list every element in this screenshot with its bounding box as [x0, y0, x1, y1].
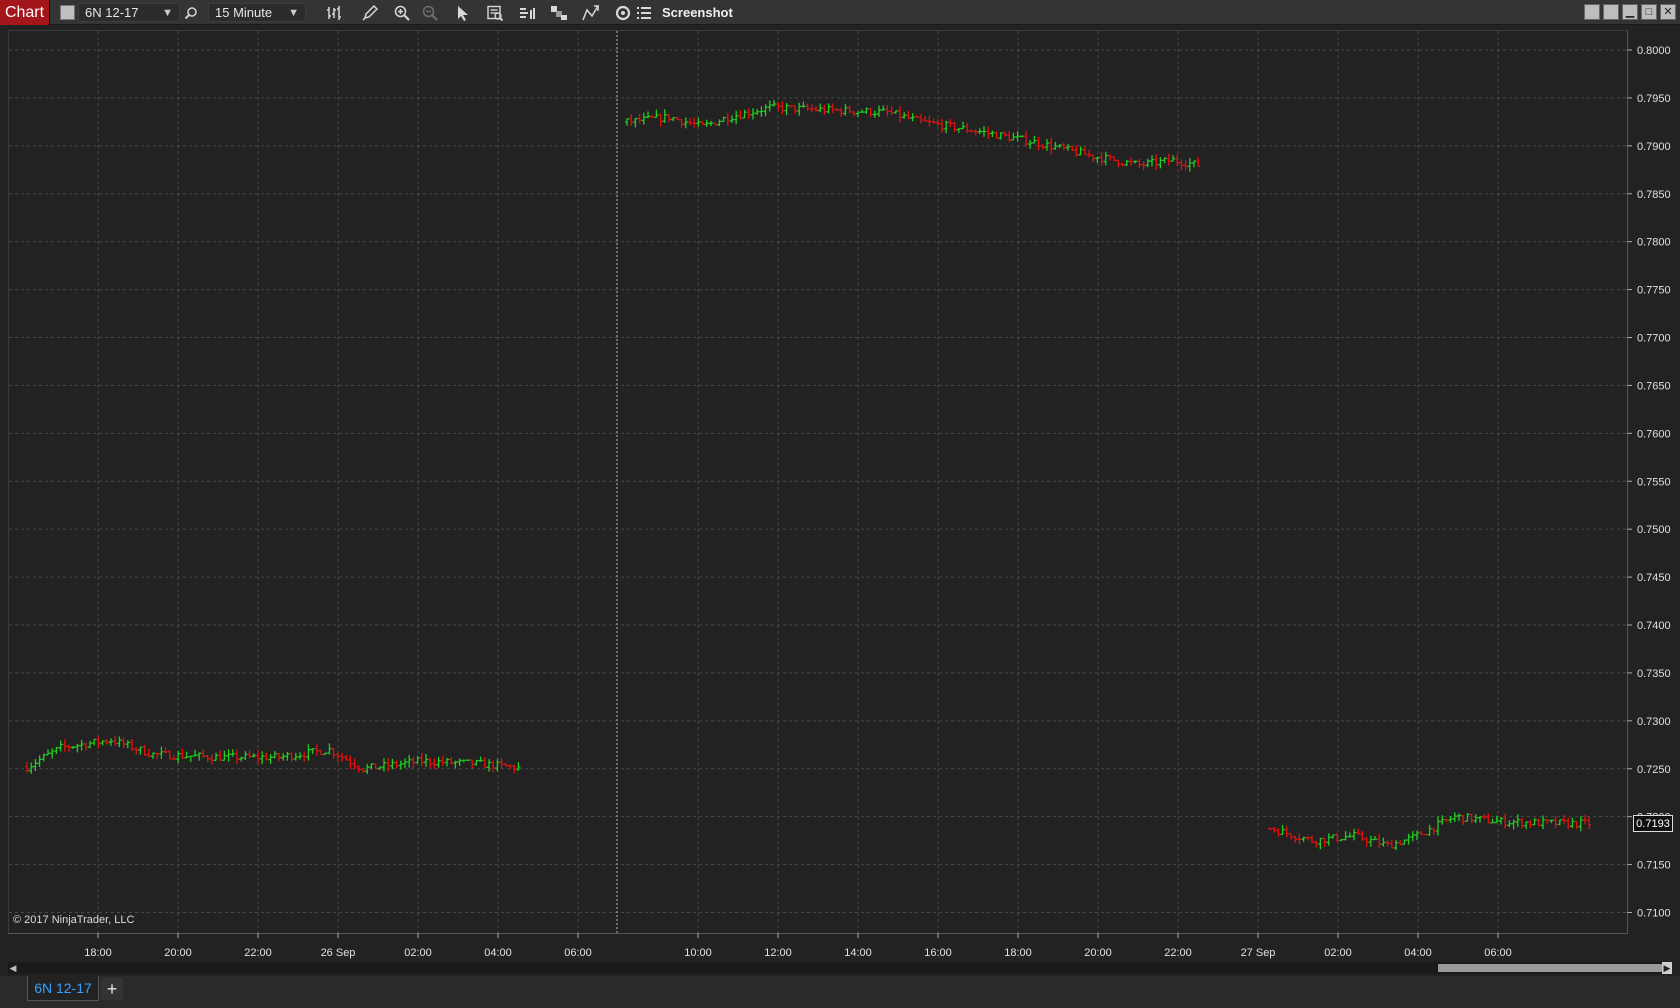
time-tick-label: 04:00 — [484, 947, 512, 959]
current-price-marker: 0.7193 — [1633, 815, 1673, 832]
price-tick-label: 0.7300 — [1637, 716, 1671, 728]
time-tick-label: 06:00 — [1484, 947, 1512, 959]
price-tick-label: 0.7250 — [1637, 764, 1671, 776]
price-tick-label: 0.7550 — [1637, 476, 1671, 488]
price-chart[interactable]: 0.8000 0.7950 0.7900 0.7850 0.7800 0.7750 0.77… — [0, 0, 1680, 960]
price-tick-label: 0.7350 — [1637, 668, 1671, 680]
plus-icon: + — [106, 978, 118, 999]
price-tick-label: 0.7500 — [1637, 524, 1671, 536]
time-tick-label: 20:00 — [1084, 947, 1112, 959]
chart-tab-bar: 6N 12-17 + — [0, 976, 1680, 1008]
price-tick-label: 0.7700 — [1637, 333, 1671, 345]
time-tick-label: 26 Sep — [321, 947, 356, 959]
tab-instrument[interactable]: 6N 12-17 — [27, 976, 99, 1001]
time-tick-label: 14:00 — [844, 947, 872, 959]
scrollbar-thumb[interactable] — [1438, 964, 1662, 972]
time-tick-label: 22:00 — [1164, 947, 1192, 959]
time-tick-label: 22:00 — [244, 947, 272, 959]
horizontal-scrollbar[interactable]: ◀ ▶ — [8, 962, 1672, 974]
time-tick-label: 12:00 — [764, 947, 792, 959]
time-tick-label: 06:00 — [564, 947, 592, 959]
time-tick-label: 02:00 — [404, 947, 432, 959]
price-tick-label: 0.7850 — [1637, 189, 1671, 201]
add-tab-button[interactable]: + — [101, 978, 123, 1000]
price-tick-label: 0.7650 — [1637, 380, 1671, 392]
price-tick-label: 0.7400 — [1637, 620, 1671, 632]
time-tick-label: 20:00 — [164, 947, 192, 959]
price-tick-label: 0.7150 — [1637, 860, 1671, 872]
price-tick-label: 0.7750 — [1637, 285, 1671, 297]
time-tick-label: 04:00 — [1404, 947, 1432, 959]
copyright-text: © 2017 NinjaTrader, LLC — [13, 914, 135, 926]
time-tick-label: 27 Sep — [1241, 947, 1276, 959]
price-tick-label: 0.7450 — [1637, 572, 1671, 584]
time-tick-label: 18:00 — [84, 947, 112, 959]
scroll-left-arrow-icon[interactable]: ◀ — [8, 962, 18, 974]
price-tick-label: 0.7600 — [1637, 428, 1671, 440]
price-tick-label: 0.7950 — [1637, 93, 1671, 105]
time-tick-label: 18:00 — [1004, 947, 1032, 959]
price-tick-label: 0.7800 — [1637, 237, 1671, 249]
price-tick-label: 0.7100 — [1637, 908, 1671, 920]
price-tick-label: 0.7900 — [1637, 141, 1671, 153]
time-tick-label: 16:00 — [924, 947, 952, 959]
time-tick-label: 10:00 — [684, 947, 712, 959]
time-tick-label: 02:00 — [1324, 947, 1352, 959]
scroll-right-arrow-icon[interactable]: ▶ — [1662, 962, 1672, 974]
price-tick-label: 0.8000 — [1637, 45, 1671, 57]
